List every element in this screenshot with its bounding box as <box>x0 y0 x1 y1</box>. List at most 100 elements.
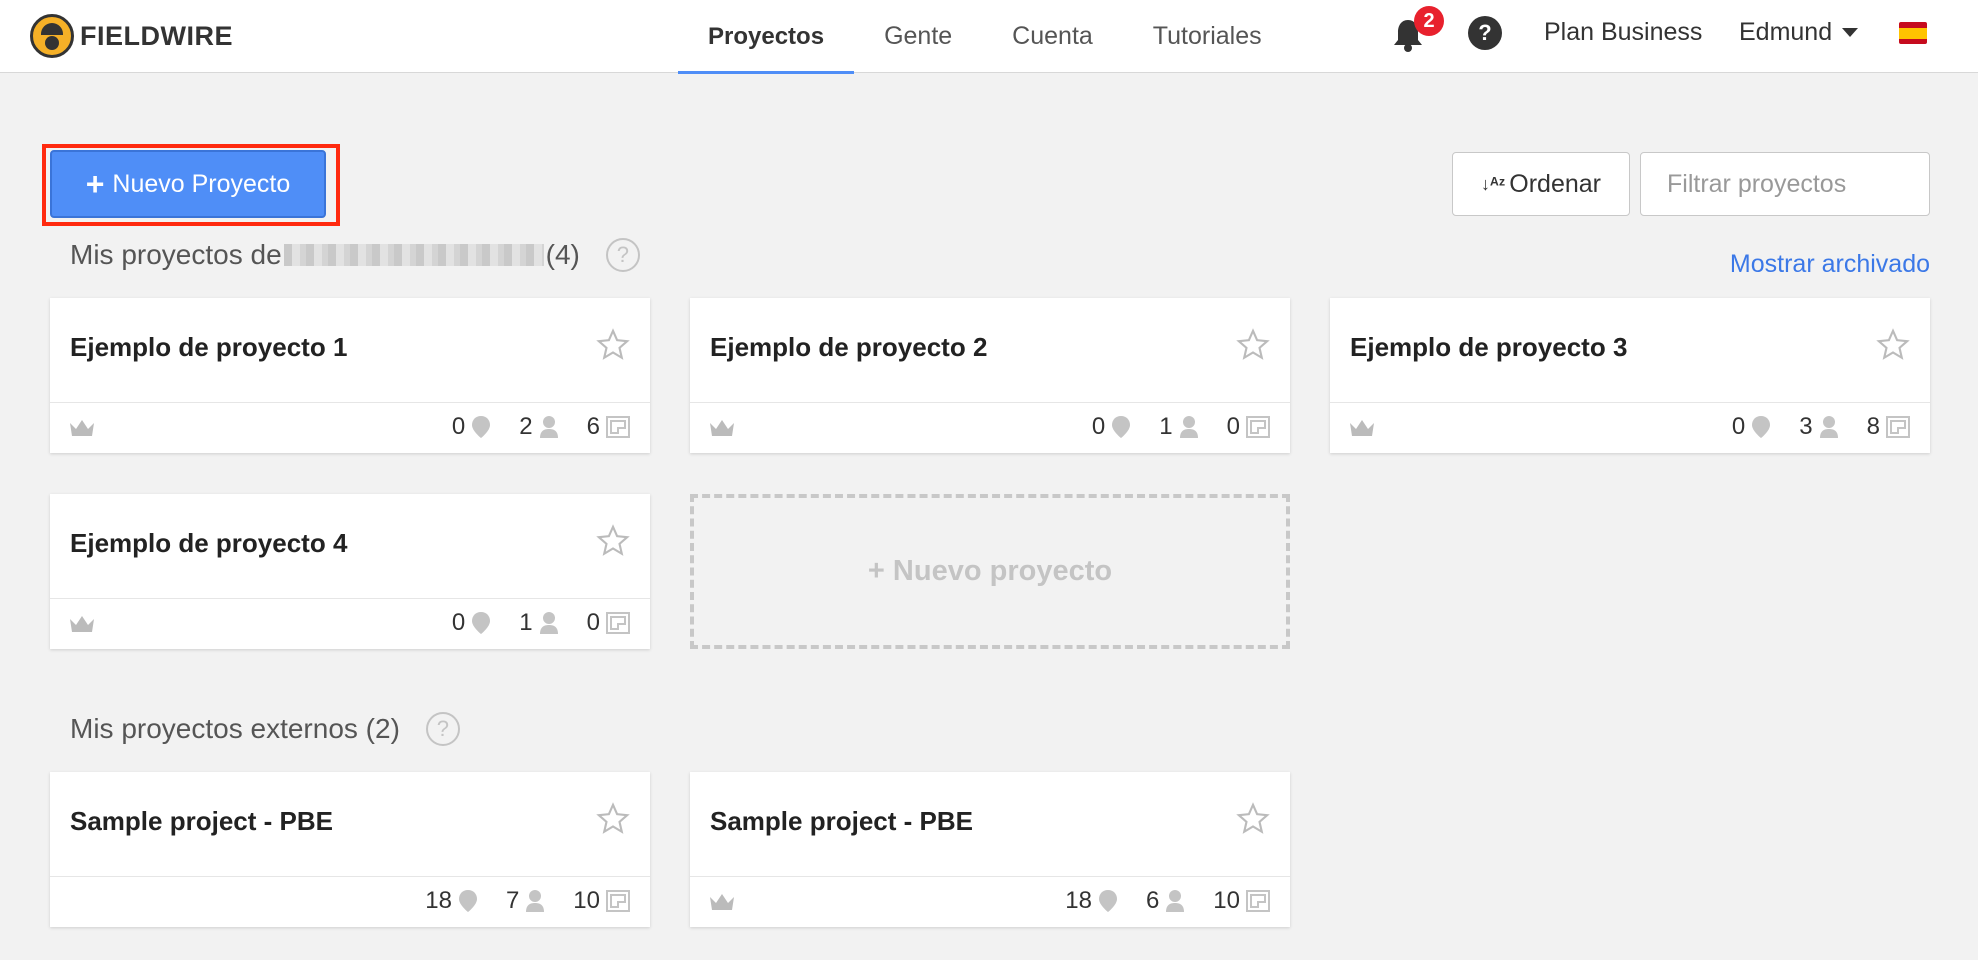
crown-icon <box>710 894 734 910</box>
new-project-button[interactable]: + Nuevo Proyecto <box>50 150 326 218</box>
plan-icon <box>606 890 630 912</box>
pins-stat: 0 <box>1092 413 1131 441</box>
pin-icon <box>1098 890 1117 912</box>
project-stats: 0 1 0 <box>1064 413 1270 441</box>
help-circle-icon[interactable]: ? <box>605 238 640 272</box>
pins-stat: 18 <box>425 887 478 915</box>
person-icon <box>1819 416 1838 438</box>
tab-proyectos[interactable]: Proyectos <box>678 0 855 74</box>
main-nav: Proyectos Gente Cuenta Tutoriales <box>678 0 1292 74</box>
project-card[interactable]: Ejemplo de proyecto 4 0 1 0 <box>50 494 650 649</box>
user-menu[interactable]: Edmund <box>1739 18 1859 47</box>
user-name: Edmund <box>1739 18 1833 46</box>
people-count: 1 <box>519 609 533 636</box>
star-icon[interactable] <box>596 524 630 558</box>
pins-count: 0 <box>1091 413 1106 440</box>
spain-flag-icon[interactable] <box>1899 22 1927 44</box>
star-icon[interactable] <box>1236 802 1270 836</box>
people-stat: 1 <box>519 609 558 637</box>
tab-cuenta[interactable]: Cuenta <box>982 0 1123 73</box>
project-title[interactable]: Ejemplo de proyecto 1 <box>70 332 347 363</box>
project-stats: 18 7 10 <box>397 887 630 915</box>
pins-stat: 0 <box>1732 413 1771 441</box>
plans-count: 10 <box>1213 887 1240 914</box>
pins-count: 0 <box>451 413 466 440</box>
plan-icon <box>1246 890 1270 912</box>
project-card[interactable]: Ejemplo de proyecto 2 0 1 0 <box>690 298 1290 453</box>
plus-icon: + <box>85 166 105 202</box>
worker-helmet-icon <box>30 14 74 58</box>
pins-stat: 0 <box>452 413 491 441</box>
star-icon[interactable] <box>1236 328 1270 362</box>
new-project-card[interactable]: + Nuevo proyecto <box>690 494 1290 649</box>
project-card[interactable]: Sample project - PBE 18 7 10 <box>50 772 650 927</box>
person-icon <box>539 416 558 438</box>
project-title[interactable]: Sample project - PBE <box>70 806 333 837</box>
project-footer: 0 2 6 <box>50 402 650 453</box>
pins-stat: 18 <box>1065 887 1118 915</box>
crown-icon <box>710 420 734 436</box>
filter-projects-input[interactable] <box>1640 152 1930 216</box>
help-circle-icon[interactable]: ? <box>425 712 460 746</box>
people-count: 6 <box>1145 887 1160 914</box>
show-archived-link[interactable]: Mostrar archivado <box>1730 250 1930 279</box>
project-card[interactable]: Ejemplo de proyecto 3 0 3 8 <box>1330 298 1930 453</box>
external-projects-title: Mis proyectos externos (2) <box>70 713 400 744</box>
sort-button[interactable]: ↓ᴬᶻ Ordenar <box>1452 152 1630 216</box>
pin-icon <box>458 890 477 912</box>
my-projects-title: Mis proyectos de <box>70 239 282 270</box>
project-title[interactable]: Ejemplo de proyecto 4 <box>70 528 347 559</box>
project-stats: 0 3 8 <box>1704 413 1910 441</box>
project-stats: 0 2 6 <box>424 413 630 441</box>
person-icon <box>539 612 558 634</box>
sort-az-icon: ↓ᴬᶻ <box>1481 174 1506 194</box>
plans-stat: 10 <box>1213 887 1270 915</box>
help-icon[interactable]: ? <box>1468 16 1502 50</box>
project-card[interactable]: Ejemplo de proyecto 1 0 2 6 <box>50 298 650 453</box>
project-title[interactable]: Sample project - PBE <box>710 806 973 837</box>
logo-text: FIELDWIRE <box>80 20 233 51</box>
project-footer: 0 1 0 <box>50 598 650 649</box>
plans-count: 0 <box>1226 413 1240 440</box>
crown-icon <box>70 616 94 632</box>
project-card[interactable]: Sample project - PBE 18 6 10 <box>690 772 1290 927</box>
people-count: 1 <box>1159 413 1173 440</box>
project-title[interactable]: Ejemplo de proyecto 2 <box>710 332 987 363</box>
plans-stat: 8 <box>1867 413 1910 441</box>
plans-stat: 0 <box>587 609 630 637</box>
my-projects-heading: Mis proyectos de (4) ? <box>70 238 640 272</box>
person-icon <box>526 890 545 912</box>
plans-stat: 10 <box>573 887 630 915</box>
star-icon[interactable] <box>1876 328 1910 362</box>
plans-stat: 6 <box>587 413 630 441</box>
external-projects-heading: Mis proyectos externos (2) ? <box>70 712 460 746</box>
project-footer: 18 6 10 <box>690 876 1290 927</box>
pins-count: 18 <box>1065 887 1092 914</box>
star-icon[interactable] <box>596 802 630 836</box>
tab-gente[interactable]: Gente <box>854 0 982 73</box>
plans-count: 0 <box>586 609 600 636</box>
plan-icon <box>606 416 630 438</box>
crown-icon <box>1350 420 1374 436</box>
pins-count: 18 <box>425 887 452 914</box>
plan-icon <box>1886 416 1910 438</box>
pins-count: 0 <box>1731 413 1746 440</box>
pins-count: 0 <box>451 609 466 636</box>
notification-badge[interactable]: 2 <box>1414 6 1444 36</box>
people-stat: 7 <box>506 887 545 915</box>
plan-link[interactable]: Plan Business <box>1544 18 1702 47</box>
people-stat: 1 <box>1159 413 1198 441</box>
plans-stat: 0 <box>1227 413 1270 441</box>
people-count: 7 <box>505 887 520 914</box>
people-stat: 2 <box>519 413 558 441</box>
fieldwire-logo[interactable]: FIELDWIRE <box>30 13 233 59</box>
person-icon <box>1179 416 1198 438</box>
pin-icon <box>1112 416 1131 438</box>
redacted-account-name <box>283 244 544 266</box>
project-stats: 0 1 0 <box>424 609 630 637</box>
chevron-down-icon <box>1842 28 1859 37</box>
people-count: 3 <box>1799 413 1813 440</box>
tab-tutoriales[interactable]: Tutoriales <box>1123 0 1292 73</box>
project-title[interactable]: Ejemplo de proyecto 3 <box>1350 332 1627 363</box>
star-icon[interactable] <box>596 328 630 362</box>
